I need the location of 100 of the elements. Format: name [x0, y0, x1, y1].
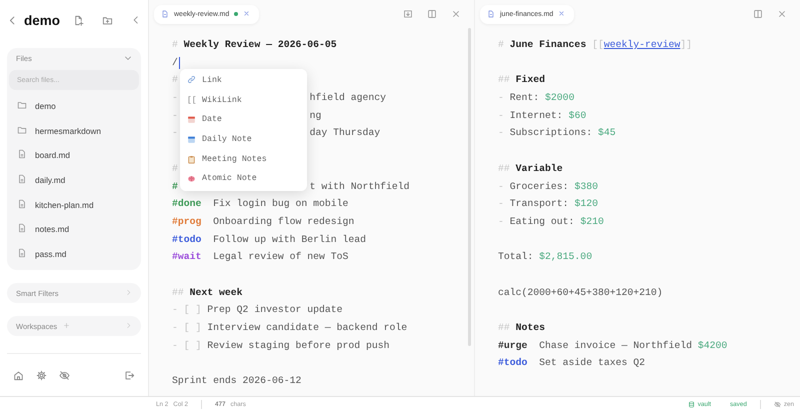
markdown-marker: ]] — [680, 38, 692, 52]
file-icon — [17, 149, 27, 160]
file-tree-item[interactable]: board.md — [7, 143, 141, 168]
command-menu-item[interactable]: [[ WikiLink — [180, 90, 307, 110]
command-label: Meeting Notes — [202, 154, 267, 164]
home-icon[interactable] — [13, 370, 24, 380]
bracket-glyph: [[ — [187, 96, 196, 105]
markdown-marker: - — [172, 127, 178, 138]
line-text: Rent: — [510, 91, 540, 106]
markdown-marker: - [ ] — [172, 338, 202, 353]
amount-text: $45 — [598, 126, 616, 140]
file-tree-item[interactable]: hermesmarkdown — [7, 118, 141, 144]
wiki-link[interactable]: weekly-review — [604, 36, 680, 54]
command-label: WikiLink — [202, 96, 242, 105]
new-folder-icon[interactable] — [102, 14, 113, 26]
tag-text: #done — [172, 197, 202, 212]
eye-off-icon[interactable] — [59, 370, 70, 380]
heading-text: June Finances — [510, 38, 588, 52]
markdown-marker: - [ ] — [172, 321, 202, 335]
markdown-marker: - — [498, 214, 505, 229]
markdown-marker: ## — [498, 73, 511, 88]
line-text: Sprint ends 2026-06-12 — [172, 374, 302, 388]
close-icon[interactable] — [777, 9, 787, 19]
markdown-marker: # — [172, 38, 179, 52]
calendar-icon — [187, 135, 196, 144]
tag-text: #prog — [172, 214, 202, 229]
line-text: Total: — [498, 250, 534, 264]
command-menu-item[interactable]: Link — [180, 71, 307, 91]
command-menu-item[interactable]: Daily Note — [180, 130, 307, 150]
file-tree-item[interactable]: kitchen-plan.md — [7, 192, 141, 217]
line-text: Prep Q2 investor update — [207, 303, 343, 318]
tag-text: #wait — [172, 250, 202, 264]
command-label: Link — [202, 76, 222, 86]
markdown-marker: # — [172, 73, 178, 88]
folder-icon — [17, 100, 27, 110]
file-tree-item[interactable]: demo — [7, 94, 141, 119]
calendar-icon — [187, 115, 196, 124]
file-icon — [17, 223, 27, 234]
clipboard-icon — [187, 154, 196, 164]
split-view-icon[interactable] — [427, 9, 437, 19]
chevron-down-icon[interactable] — [124, 54, 132, 62]
tag-text: #todo — [498, 356, 528, 370]
line-text: / — [172, 56, 178, 70]
logout-icon[interactable] — [124, 370, 135, 380]
line-text: Interview candidate — backend role — [207, 321, 408, 335]
markdown-marker: - — [498, 197, 505, 212]
tag-text: #urge — [498, 338, 528, 353]
line-text: Legal review of new ToS — [213, 250, 348, 264]
markdown-marker: - [ ] — [172, 303, 202, 318]
settings-icon[interactable] — [36, 370, 47, 380]
line-text: Chase invoice — Northfield — [539, 338, 694, 353]
new-file-icon[interactable] — [73, 14, 84, 26]
document-icon — [161, 10, 169, 18]
heading-text: Next week — [190, 286, 243, 300]
tag-text: # — [172, 180, 178, 192]
markdown-marker: ## — [498, 321, 511, 335]
line-text: day Thursday — [310, 126, 380, 140]
file-icon — [17, 198, 27, 209]
markdown-marker: - — [172, 110, 178, 121]
document-icon — [487, 10, 495, 18]
tag-text: #todo — [172, 232, 202, 247]
markdown-marker: - — [172, 92, 178, 104]
amount-text: $2,815.00 — [539, 250, 592, 264]
heading-text: Fixed — [516, 73, 546, 88]
file-icon — [17, 248, 27, 258]
line-text: Internet: — [510, 108, 564, 123]
command-menu-item[interactable]: Date — [180, 110, 307, 130]
database-icon — [688, 400, 695, 408]
eye-off-icon[interactable] — [774, 400, 781, 408]
file-tree-item[interactable]: pass.md — [7, 242, 141, 266]
chevron-right-icon — [125, 322, 132, 329]
line-text: Eating out: — [510, 214, 576, 229]
split-view-icon[interactable] — [753, 9, 763, 19]
close-icon[interactable] — [243, 10, 250, 16]
workspace-title: demo — [24, 12, 60, 28]
markdown-marker: [[ — [592, 38, 604, 52]
amount-text: $60 — [568, 108, 586, 123]
download-icon[interactable] — [403, 9, 413, 19]
markdown-marker: ## — [498, 162, 511, 176]
command-label: Date — [202, 115, 222, 124]
command-menu-item[interactable]: Atomic Note — [180, 168, 307, 189]
amount-text: $120 — [574, 197, 598, 212]
command-menu-item[interactable]: Meeting Notes — [180, 149, 307, 169]
file-tree-item[interactable]: daily.md — [7, 168, 141, 192]
line-text: Transport: — [510, 197, 570, 212]
line-text: Onboarding flow redesign — [213, 214, 354, 229]
command-label: Atomic Note — [202, 174, 257, 184]
file-icon — [17, 174, 27, 184]
close-icon[interactable] — [451, 9, 461, 19]
file-tree-item[interactable]: notes.md — [7, 216, 141, 242]
heading-text: Notes — [516, 321, 546, 335]
amount-text: $2000 — [545, 91, 574, 106]
close-icon[interactable] — [558, 10, 566, 16]
markdown-marker: # — [172, 162, 178, 176]
amount-text: $4200 — [698, 338, 728, 353]
folder-icon — [17, 124, 27, 135]
line-text: Subscriptions: — [510, 126, 594, 140]
line-text: Review staging before prod push — [207, 338, 390, 353]
markdown-marker: - — [498, 126, 505, 140]
markdown-marker: - — [498, 91, 505, 106]
